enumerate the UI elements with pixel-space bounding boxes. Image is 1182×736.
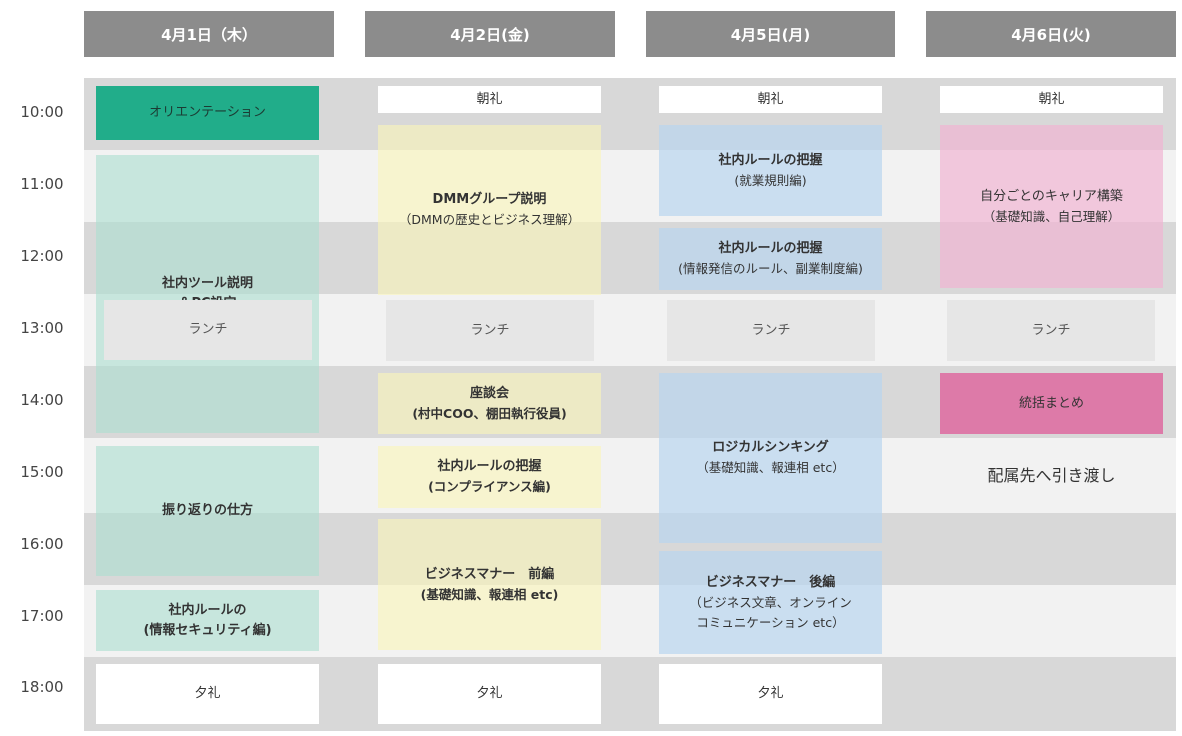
event-business-manner-part1[interactable]: ビジネスマナー 前編 (基礎知識、報連相 etc) [378, 519, 601, 650]
event-evening-meeting-day2[interactable]: 夕礼 [378, 664, 601, 724]
event-evening-meeting-day1[interactable]: 夕礼 [96, 664, 319, 724]
event-lunch-day4[interactable]: ランチ [947, 300, 1155, 361]
event-summary[interactable]: 統括まとめ [940, 373, 1163, 434]
event-title: オリエンテーション [149, 105, 266, 120]
time-label-13: 13:00 [20, 319, 64, 337]
event-evening-meeting-day3[interactable]: 夕礼 [659, 664, 882, 724]
event-title: ビジネスマナー 前編 [424, 566, 555, 582]
event-title: ランチ [1031, 322, 1071, 338]
event-subtitle: （DMMの歴史とビジネス理解） [398, 212, 581, 227]
event-rules-work-regulations[interactable]: 社内ルールの把握 (就業規則編) [659, 125, 882, 216]
event-title: 配属先へ引き渡し [987, 466, 1116, 485]
event-dmm-group[interactable]: DMMグループ説明 （DMMの歴史とビジネス理解） [378, 125, 601, 295]
event-business-manner-part2[interactable]: ビジネスマナー 後編 （ビジネス文章、オンライン コミュニケーション etc） [659, 551, 882, 654]
event-title: 朝礼 [757, 91, 784, 107]
event-title: ランチ [751, 322, 791, 338]
event-subtitle: (情報発信のルール、副業制度編) [678, 261, 863, 276]
day-header-apr1: 4月1日（木） [84, 11, 334, 57]
event-title: ランチ [188, 322, 228, 337]
time-label-14: 14:00 [20, 391, 64, 409]
event-lunch-day1[interactable]: ランチ [104, 300, 312, 360]
event-subtitle: (村中COO、棚田執行役員) [412, 405, 567, 421]
time-label-15: 15:00 [20, 463, 64, 481]
event-morning-meeting-day3[interactable]: 朝礼 [659, 86, 882, 113]
event-roundtable[interactable]: 座談会 (村中COO、棚田執行役員) [378, 373, 601, 434]
event-morning-meeting-day2[interactable]: 朝礼 [378, 86, 601, 113]
time-label-12: 12:00 [20, 247, 64, 265]
time-label-18: 18:00 [20, 678, 64, 696]
time-label-16: 16:00 [20, 535, 64, 553]
event-subtitle: （基礎知識、自己理解） [982, 208, 1121, 224]
event-title: 朝礼 [1038, 91, 1065, 107]
event-internal-tools[interactable]: 社内ツール説明 ＆PC設定 [96, 155, 319, 433]
event-reflection[interactable]: 振り返りの仕方 [96, 446, 319, 576]
event-title: 社内ルールの (情報セキュリティ編) [143, 602, 272, 638]
event-orientation[interactable]: オリエンテーション [96, 86, 319, 140]
event-subtitle: (コンプライアンス編) [428, 479, 551, 494]
event-career-building[interactable]: 自分ごとのキャリア構築 （基礎知識、自己理解） [940, 125, 1163, 288]
time-label-11: 11:00 [20, 175, 64, 193]
event-title: 社内ルールの把握 [718, 241, 823, 256]
event-morning-meeting-day4[interactable]: 朝礼 [940, 86, 1163, 113]
event-lunch-day2[interactable]: ランチ [386, 300, 594, 361]
time-label-17: 17:00 [20, 607, 64, 625]
event-rules-info-sharing[interactable]: 社内ルールの把握 (情報発信のルール、副業制度編) [659, 228, 882, 290]
day-header-apr5: 4月5日(月) [646, 11, 895, 57]
event-subtitle: （ビジネス文章、オンライン コミュニケーション etc） [689, 594, 852, 630]
event-compliance[interactable]: 社内ルールの把握 (コンプライアンス編) [378, 446, 601, 508]
time-label-10: 10:00 [20, 103, 64, 121]
event-title: 夕礼 [194, 686, 221, 701]
event-subtitle: (基礎知識、報連相 etc) [420, 586, 559, 602]
event-title: 夕礼 [476, 686, 503, 701]
event-title: 朝礼 [476, 91, 503, 107]
event-subtitle: (就業規則編) [734, 172, 807, 188]
event-title: 振り返りの仕方 [161, 503, 253, 518]
event-title: 自分ごとのキャリア構築 [980, 188, 1123, 204]
day-header-apr6: 4月6日(火) [926, 11, 1176, 57]
event-info-security[interactable]: 社内ルールの (情報セキュリティ編) [96, 590, 319, 651]
event-title: 社内ルールの把握 [437, 459, 542, 474]
event-title: 統括まとめ [1018, 395, 1084, 411]
event-title: ランチ [470, 322, 510, 338]
event-logical-thinking[interactable]: ロジカルシンキング （基礎知識、報連相 etc） [659, 373, 882, 543]
event-title: DMMグループ説明 [432, 192, 547, 207]
event-title: ロジカルシンキング [712, 440, 829, 455]
event-title: ビジネスマナー 後編 [705, 574, 836, 590]
event-subtitle: （基礎知識、報連相 etc） [696, 460, 845, 475]
event-title: 社内ルールの把握 [718, 152, 823, 168]
event-lunch-day3[interactable]: ランチ [667, 300, 875, 361]
event-title: 座談会 [469, 385, 509, 401]
event-title: 夕礼 [757, 686, 784, 701]
event-handoff-to-department[interactable]: 配属先へ引き渡し [940, 446, 1163, 506]
day-header-apr2: 4月2日(金) [365, 11, 615, 57]
